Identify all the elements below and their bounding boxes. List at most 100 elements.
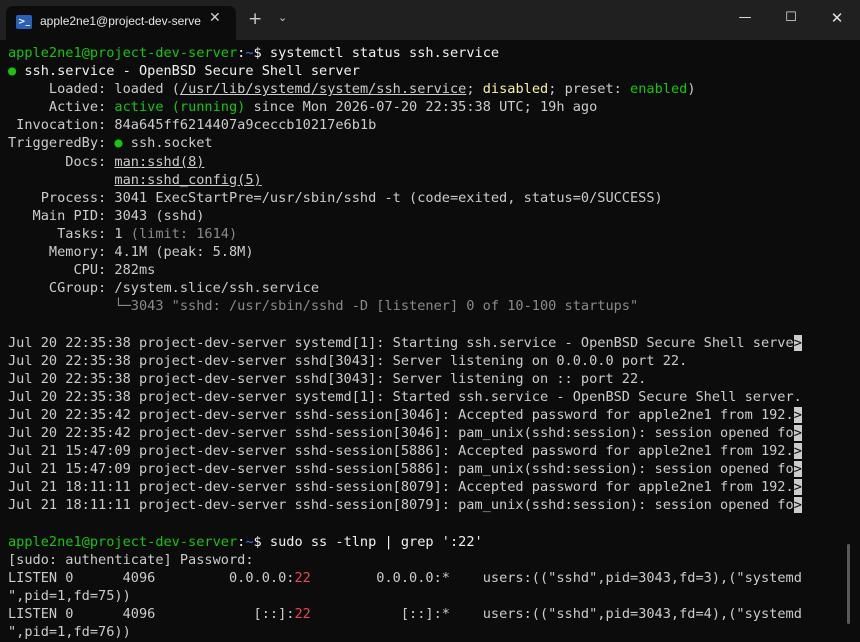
loaded-end: ) (687, 81, 696, 98)
active-line: Active: active (running) since Mon 2026-… (8, 98, 836, 116)
invocation-line: Invocation: 84a645ff6214407a9ceccb10217e… (8, 117, 377, 134)
port-match: 22 (294, 605, 311, 622)
journal-log: Jul 20 22:35:38 project-dev-server syste… (8, 334, 836, 515)
log-text: Jul 21 18:11:11 project-dev-server sshd-… (8, 479, 794, 496)
log-text: Jul 21 18:11:11 project-dev-server sshd-… (8, 497, 794, 514)
docs-line: Docs: man:sshd(8) (8, 153, 836, 171)
unit-description: ssh.service - OpenBSD Secure Shell serve… (16, 63, 360, 80)
log-text: Jul 20 22:35:42 project-dev-server sshd-… (8, 424, 794, 441)
ss-post: [::]:* users:(("sshd",pid=3043,fd=4),("s… (310, 605, 802, 622)
active-label: Active: (8, 99, 115, 116)
active-dot-icon: ● (8, 63, 17, 80)
log-text: Jul 20 22:35:38 project-dev-server sshd[… (8, 352, 688, 369)
sudo-prompt: [sudo: authenticate] Password: (8, 551, 254, 568)
ss-output-row: LISTEN 0 4096 [::]:22 [::]:* users:(("ss… (8, 605, 836, 623)
log-line: Jul 20 22:35:38 project-dev-server sshd[… (8, 370, 836, 388)
loaded-pre: loaded ( (114, 81, 180, 98)
log-line: Jul 21 18:11:11 project-dev-server sshd-… (8, 496, 836, 514)
log-line: Jul 20 22:35:38 project-dev-server syste… (8, 334, 836, 352)
docs-line-2: man:sshd_config(5) (8, 171, 836, 189)
truncation-marker: > (793, 443, 802, 460)
log-line: Jul 21 15:47:09 project-dev-server sshd-… (8, 460, 836, 478)
tasks-value: Tasks: 1 (8, 225, 123, 242)
disabled-label: disabled (482, 81, 549, 98)
close-window-button[interactable]: ✕ (814, 0, 860, 36)
log-line: Jul 21 15:47:09 project-dev-server sshd-… (8, 442, 836, 460)
port-match: 22 (294, 569, 311, 586)
prompt-user-host: apple2ne1@project-dev-server (8, 45, 238, 61)
truncation-marker: > (793, 461, 802, 478)
truncation-marker: > (793, 406, 802, 423)
memory-line: Memory: 4.1M (peak: 5.8M) (8, 244, 254, 261)
log-text: Jul 20 22:35:38 project-dev-server syste… (8, 334, 794, 351)
terminal-tab[interactable]: >_ apple2ne1@project-dev-serve ✕ (6, 6, 236, 40)
ss-output-cont: ",pid=1,fd=75)) (8, 587, 131, 604)
powershell-icon: >_ (16, 15, 32, 29)
close-tab-icon[interactable]: ✕ (209, 10, 221, 26)
scroll-thumb[interactable] (847, 544, 850, 624)
truncation-marker: > (793, 424, 802, 441)
status-header: ● ssh.service - OpenBSD Secure Shell ser… (8, 62, 836, 80)
truncation-marker: > (793, 334, 802, 351)
docs-link-sshd[interactable]: man:sshd(8) (114, 154, 204, 170)
prompt-line: apple2ne1@project-dev-server:~$ systemct… (8, 44, 836, 62)
truncation-marker: > (793, 497, 802, 514)
triggeredby-label: TriggeredBy: (8, 135, 115, 152)
tasks-limit: (limit: 1614) (122, 225, 238, 242)
maximize-button[interactable]: ☐ (768, 0, 814, 36)
terminal-output[interactable]: apple2ne1@project-dev-server:~$ systemct… (8, 44, 836, 642)
prompt-path: ~ (245, 45, 254, 61)
prompt-path: ~ (245, 533, 254, 550)
enabled-label: enabled (630, 81, 688, 98)
loaded-sep: ; (466, 81, 483, 98)
log-line: Jul 21 18:11:11 project-dev-server sshd-… (8, 478, 836, 496)
socket-dot-icon: ● (114, 135, 123, 152)
truncation-marker: > (793, 479, 802, 496)
scrollbar[interactable] (846, 44, 852, 638)
loaded-label: Loaded: (8, 81, 115, 98)
triggeredby-line: TriggeredBy: ● ssh.socket (8, 134, 836, 152)
command-text: systemctl status ssh.service (269, 45, 500, 61)
ss-output-cont: ",pid=1,fd=76)) (8, 624, 131, 640)
ss-pre: LISTEN 0 4096 [::]: (8, 605, 295, 622)
log-text: Jul 20 22:35:38 project-dev-server syste… (8, 388, 802, 405)
command-text: sudo ss -tlnp | grep ':22' (269, 533, 483, 550)
prompt-dollar: $ (253, 45, 270, 61)
active-since: since Mon 2026-07-20 22:35:38 UTC; 19h a… (245, 99, 598, 116)
docs-link-sshd-config[interactable]: man:sshd_config(5) (114, 172, 261, 188)
tasks-line: Tasks: 1 (limit: 1614) (8, 225, 836, 243)
prompt-user-host: apple2ne1@project-dev-server (8, 533, 238, 550)
preset-label: ; preset: (548, 81, 631, 98)
cgroup-line: CGroup: /system.slice/ssh.service (8, 280, 319, 297)
process-line: Process: 3041 ExecStartPre=/usr/sbin/ssh… (8, 189, 663, 206)
docs-label: Docs: (8, 153, 115, 170)
active-state: active (running) (114, 99, 246, 116)
prompt-line: apple2ne1@project-dev-server:~$ sudo ss … (8, 533, 836, 551)
title-bar: >_ apple2ne1@project-dev-serve ✕ + ⌄ — ☐… (0, 0, 860, 40)
log-text: Jul 21 15:47:09 project-dev-server sshd-… (8, 461, 794, 478)
log-text: Jul 20 22:35:42 project-dev-server sshd-… (8, 406, 794, 423)
new-tab-button[interactable]: + (248, 9, 262, 29)
ss-post: 0.0.0.0:* users:(("sshd",pid=3043,fd=3),… (310, 569, 802, 586)
ss-pre: LISTEN 0 4096 0.0.0.0: (8, 569, 295, 586)
ss-output-row: LISTEN 0 4096 0.0.0.0:22 0.0.0.0:* users… (8, 569, 836, 587)
loaded-line: Loaded: loaded (/usr/lib/systemd/system/… (8, 80, 836, 98)
mainpid-line: Main PID: 3043 (sshd) (8, 207, 205, 224)
log-line: Jul 20 22:35:38 project-dev-server sshd[… (8, 352, 836, 370)
triggeredby-value: ssh.socket (122, 135, 213, 152)
chevron-down-icon[interactable]: ⌄ (278, 11, 287, 24)
tab-title: apple2ne1@project-dev-serve (40, 14, 201, 28)
log-line: Jul 20 22:35:42 project-dev-server sshd-… (8, 406, 836, 424)
log-line: Jul 20 22:35:38 project-dev-server syste… (8, 388, 836, 406)
docs-indent (8, 172, 114, 188)
cpu-line: CPU: 282ms (8, 262, 156, 279)
minimize-button[interactable]: — (722, 0, 768, 36)
cgroup-child-line: └─3043 "sshd: /usr/sbin/sshd -D [listene… (8, 298, 639, 315)
log-text: Jul 20 22:35:38 project-dev-server sshd[… (8, 370, 647, 387)
unit-file-path: /usr/lib/systemd/system/ssh.service (179, 81, 467, 98)
log-line: Jul 20 22:35:42 project-dev-server sshd-… (8, 424, 836, 442)
prompt-dollar: $ (253, 533, 270, 550)
log-text: Jul 21 15:47:09 project-dev-server sshd-… (8, 443, 794, 460)
